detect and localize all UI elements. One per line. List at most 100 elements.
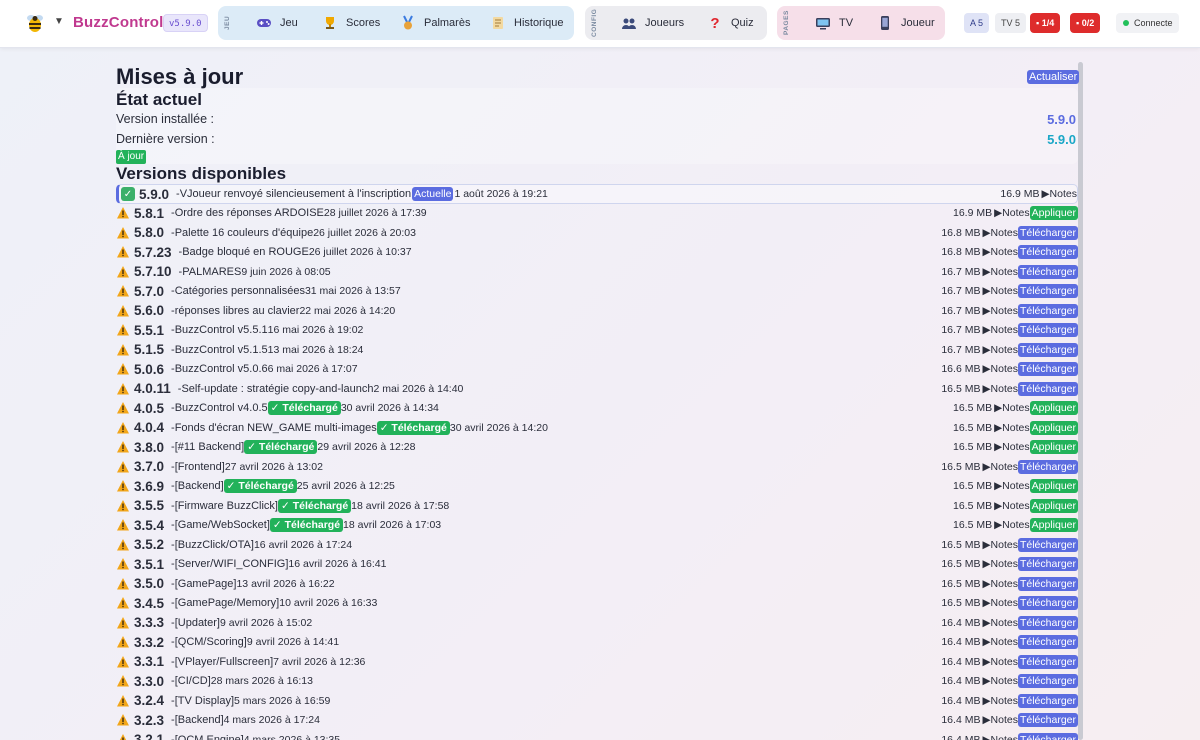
apply-button[interactable]: Appliquer bbox=[1029, 518, 1078, 532]
version-date: 31 mai 2026 à 13:57 bbox=[304, 285, 401, 297]
download-button[interactable]: Télécharger bbox=[1017, 303, 1078, 318]
medal-icon bbox=[400, 15, 416, 31]
notes-toggle[interactable]: ▶Notes bbox=[982, 558, 1018, 570]
version-row-left: 3.5.5- [Firmware BuzzClick] ✓ Téléchargé 1… bbox=[116, 498, 449, 513]
nav-item-historique[interactable]: Historique bbox=[490, 13, 564, 33]
apply-button[interactable]: Appliquer bbox=[1029, 440, 1078, 454]
notes-toggle[interactable]: ▶Notes bbox=[994, 207, 1030, 219]
downloaded-badge: ✓ Téléchargé bbox=[244, 440, 318, 454]
notes-toggle[interactable]: ▶Notes bbox=[982, 305, 1018, 317]
notes-toggle[interactable]: ▶Notes bbox=[982, 714, 1018, 726]
download-button[interactable]: Télécharger bbox=[1017, 654, 1078, 669]
download-button[interactable]: Télécharger bbox=[1017, 264, 1078, 279]
notes-toggle[interactable]: ▶Notes bbox=[994, 500, 1030, 512]
version-row-right: 16.5 MB ▶Notes Appliquer bbox=[953, 518, 1078, 532]
nav-item-quiz[interactable]: ? Quiz bbox=[707, 13, 753, 33]
download-button[interactable]: Télécharger bbox=[1017, 537, 1078, 552]
download-button[interactable]: Télécharger bbox=[1017, 674, 1078, 688]
main-scrollbar[interactable] bbox=[1078, 62, 1083, 740]
apply-button[interactable]: Appliquer bbox=[1029, 479, 1078, 493]
apply-button[interactable]: Appliquer bbox=[1029, 498, 1078, 513]
notes-toggle[interactable]: ▶Notes bbox=[982, 383, 1018, 395]
version-row: 3.2.4- [TV Display] 5 mars 2026 à 16:59 16… bbox=[116, 691, 1078, 710]
version-row-left: 3.5.2- [BuzzClick/OTA] 16 avril 2026 à 17… bbox=[116, 537, 352, 552]
version-row-right: 16.5 MB ▶Notes Télécharger bbox=[941, 537, 1078, 552]
notes-toggle[interactable]: ▶Notes bbox=[982, 695, 1018, 707]
nav-item-scores[interactable]: Scores bbox=[322, 13, 380, 33]
notes-toggle[interactable]: ▶Notes bbox=[982, 656, 1018, 668]
download-button[interactable]: Télécharger bbox=[1017, 459, 1078, 474]
version-date: 9 avril 2026 à 14:41 bbox=[246, 636, 340, 648]
version-title: [Frontend] bbox=[174, 460, 225, 473]
version-title: [QCM/Scoring] bbox=[174, 636, 247, 648]
download-button[interactable]: Télécharger bbox=[1017, 245, 1078, 259]
nav-item-joueurs[interactable]: Joueurs bbox=[621, 13, 684, 33]
download-button[interactable]: Télécharger bbox=[1017, 342, 1078, 357]
download-button[interactable]: Télécharger bbox=[1017, 557, 1078, 571]
version-row: 3.3.1- [VPlayer/Fullscreen] 7 avril 2026 … bbox=[116, 652, 1078, 671]
warning-icon bbox=[116, 245, 130, 259]
download-button[interactable]: Télécharger bbox=[1017, 362, 1078, 376]
notes-toggle[interactable]: ▶Notes bbox=[982, 539, 1018, 551]
notes-toggle[interactable]: ▶Notes bbox=[982, 285, 1018, 297]
notes-toggle[interactable]: ▶Notes bbox=[982, 578, 1018, 590]
version-title: [Game/WebSocket] bbox=[174, 519, 270, 531]
notes-toggle[interactable]: ▶Notes bbox=[982, 617, 1018, 629]
notes-toggle[interactable]: ▶Notes bbox=[982, 597, 1018, 609]
download-button[interactable]: Télécharger bbox=[1017, 732, 1078, 740]
version-row: 3.4.5- [GamePage/Memory] 10 avril 2026 à … bbox=[116, 594, 1078, 613]
download-button[interactable]: Télécharger bbox=[1017, 284, 1078, 298]
download-button[interactable]: Télécharger bbox=[1017, 225, 1078, 240]
download-button[interactable]: Télécharger bbox=[1017, 635, 1078, 649]
notes-toggle[interactable]: ▶Notes bbox=[982, 246, 1018, 258]
download-button[interactable]: Télécharger bbox=[1017, 576, 1078, 591]
download-button[interactable]: Télécharger bbox=[1017, 713, 1078, 727]
nav-item-joueur[interactable]: Joueur bbox=[877, 13, 935, 33]
notes-toggle[interactable]: ▶Notes bbox=[994, 402, 1030, 414]
notes-toggle[interactable]: ▶Notes bbox=[994, 422, 1030, 434]
version-row-left: 5.1.5- BuzzControl v5.1.5 13 mai 2026 à 1… bbox=[116, 342, 363, 357]
warning-icon bbox=[116, 538, 130, 552]
notes-toggle[interactable]: ▶Notes bbox=[982, 266, 1018, 278]
version-row-right: 16.5 MB ▶Notes Appliquer bbox=[953, 440, 1078, 454]
notes-toggle[interactable]: ▶Notes bbox=[982, 461, 1018, 473]
download-button[interactable]: Télécharger bbox=[1017, 323, 1078, 337]
nav-item-joueur-label: Joueur bbox=[901, 17, 935, 29]
version-title: [GamePage] bbox=[174, 577, 237, 590]
download-button[interactable]: Télécharger bbox=[1017, 693, 1078, 708]
notes-toggle[interactable]: ▶Notes bbox=[982, 344, 1018, 356]
version-row: 5.6.0- réponses libres au clavier 22 mai … bbox=[116, 301, 1078, 320]
bee-icon[interactable] bbox=[24, 12, 46, 34]
download-button[interactable]: Télécharger bbox=[1017, 381, 1078, 396]
notes-toggle[interactable]: ▶Notes bbox=[982, 636, 1018, 648]
version-date: 7 avril 2026 à 12:36 bbox=[273, 655, 366, 668]
version-row-right: 16.7 MB ▶Notes Télécharger bbox=[941, 323, 1078, 337]
downloaded-badge: ✓ Téléchargé bbox=[278, 498, 352, 513]
download-button[interactable]: Télécharger bbox=[1017, 596, 1078, 610]
nav-item-historique-label: Historique bbox=[514, 17, 564, 29]
notes-toggle[interactable]: ▶Notes bbox=[994, 441, 1030, 453]
nav-item-palmares[interactable]: Palmarès bbox=[400, 13, 470, 33]
notes-toggle[interactable]: ▶Notes bbox=[994, 480, 1030, 492]
nav-item-tv[interactable]: TV bbox=[815, 13, 853, 33]
version-row: 4.0.5- BuzzControl v4.0.5 ✓ Téléchargé 30 … bbox=[116, 399, 1078, 418]
apply-button[interactable]: Appliquer bbox=[1029, 420, 1078, 435]
notes-toggle[interactable]: ▶Notes bbox=[982, 227, 1018, 239]
menu-caret-icon[interactable]: ▼ bbox=[54, 16, 64, 27]
notes-toggle[interactable]: ▶Notes bbox=[1041, 188, 1077, 200]
apply-button[interactable]: Appliquer bbox=[1029, 401, 1078, 415]
notes-toggle[interactable]: ▶Notes bbox=[982, 324, 1018, 336]
refresh-button[interactable]: Actualiser bbox=[1027, 70, 1080, 84]
version-row-left: 4.0.11- Self-update : stratégie copy-and… bbox=[116, 381, 463, 396]
notes-toggle[interactable]: ▶Notes bbox=[982, 734, 1018, 740]
notes-toggle[interactable]: ▶Notes bbox=[982, 363, 1018, 375]
version-date: 13 mai 2026 à 18:24 bbox=[267, 343, 364, 356]
nav-item-jeu[interactable]: Jeu bbox=[256, 13, 298, 33]
version-date: 25 avril 2026 à 12:25 bbox=[296, 480, 395, 492]
apply-button[interactable]: Appliquer bbox=[1029, 206, 1078, 220]
download-button[interactable]: Télécharger bbox=[1017, 615, 1078, 630]
version-number: 5.7.10 bbox=[134, 264, 172, 279]
version-row: 3.5.2- [BuzzClick/OTA] 16 avril 2026 à 17… bbox=[116, 535, 1078, 554]
notes-toggle[interactable]: ▶Notes bbox=[982, 675, 1018, 687]
notes-toggle[interactable]: ▶Notes bbox=[994, 519, 1030, 531]
